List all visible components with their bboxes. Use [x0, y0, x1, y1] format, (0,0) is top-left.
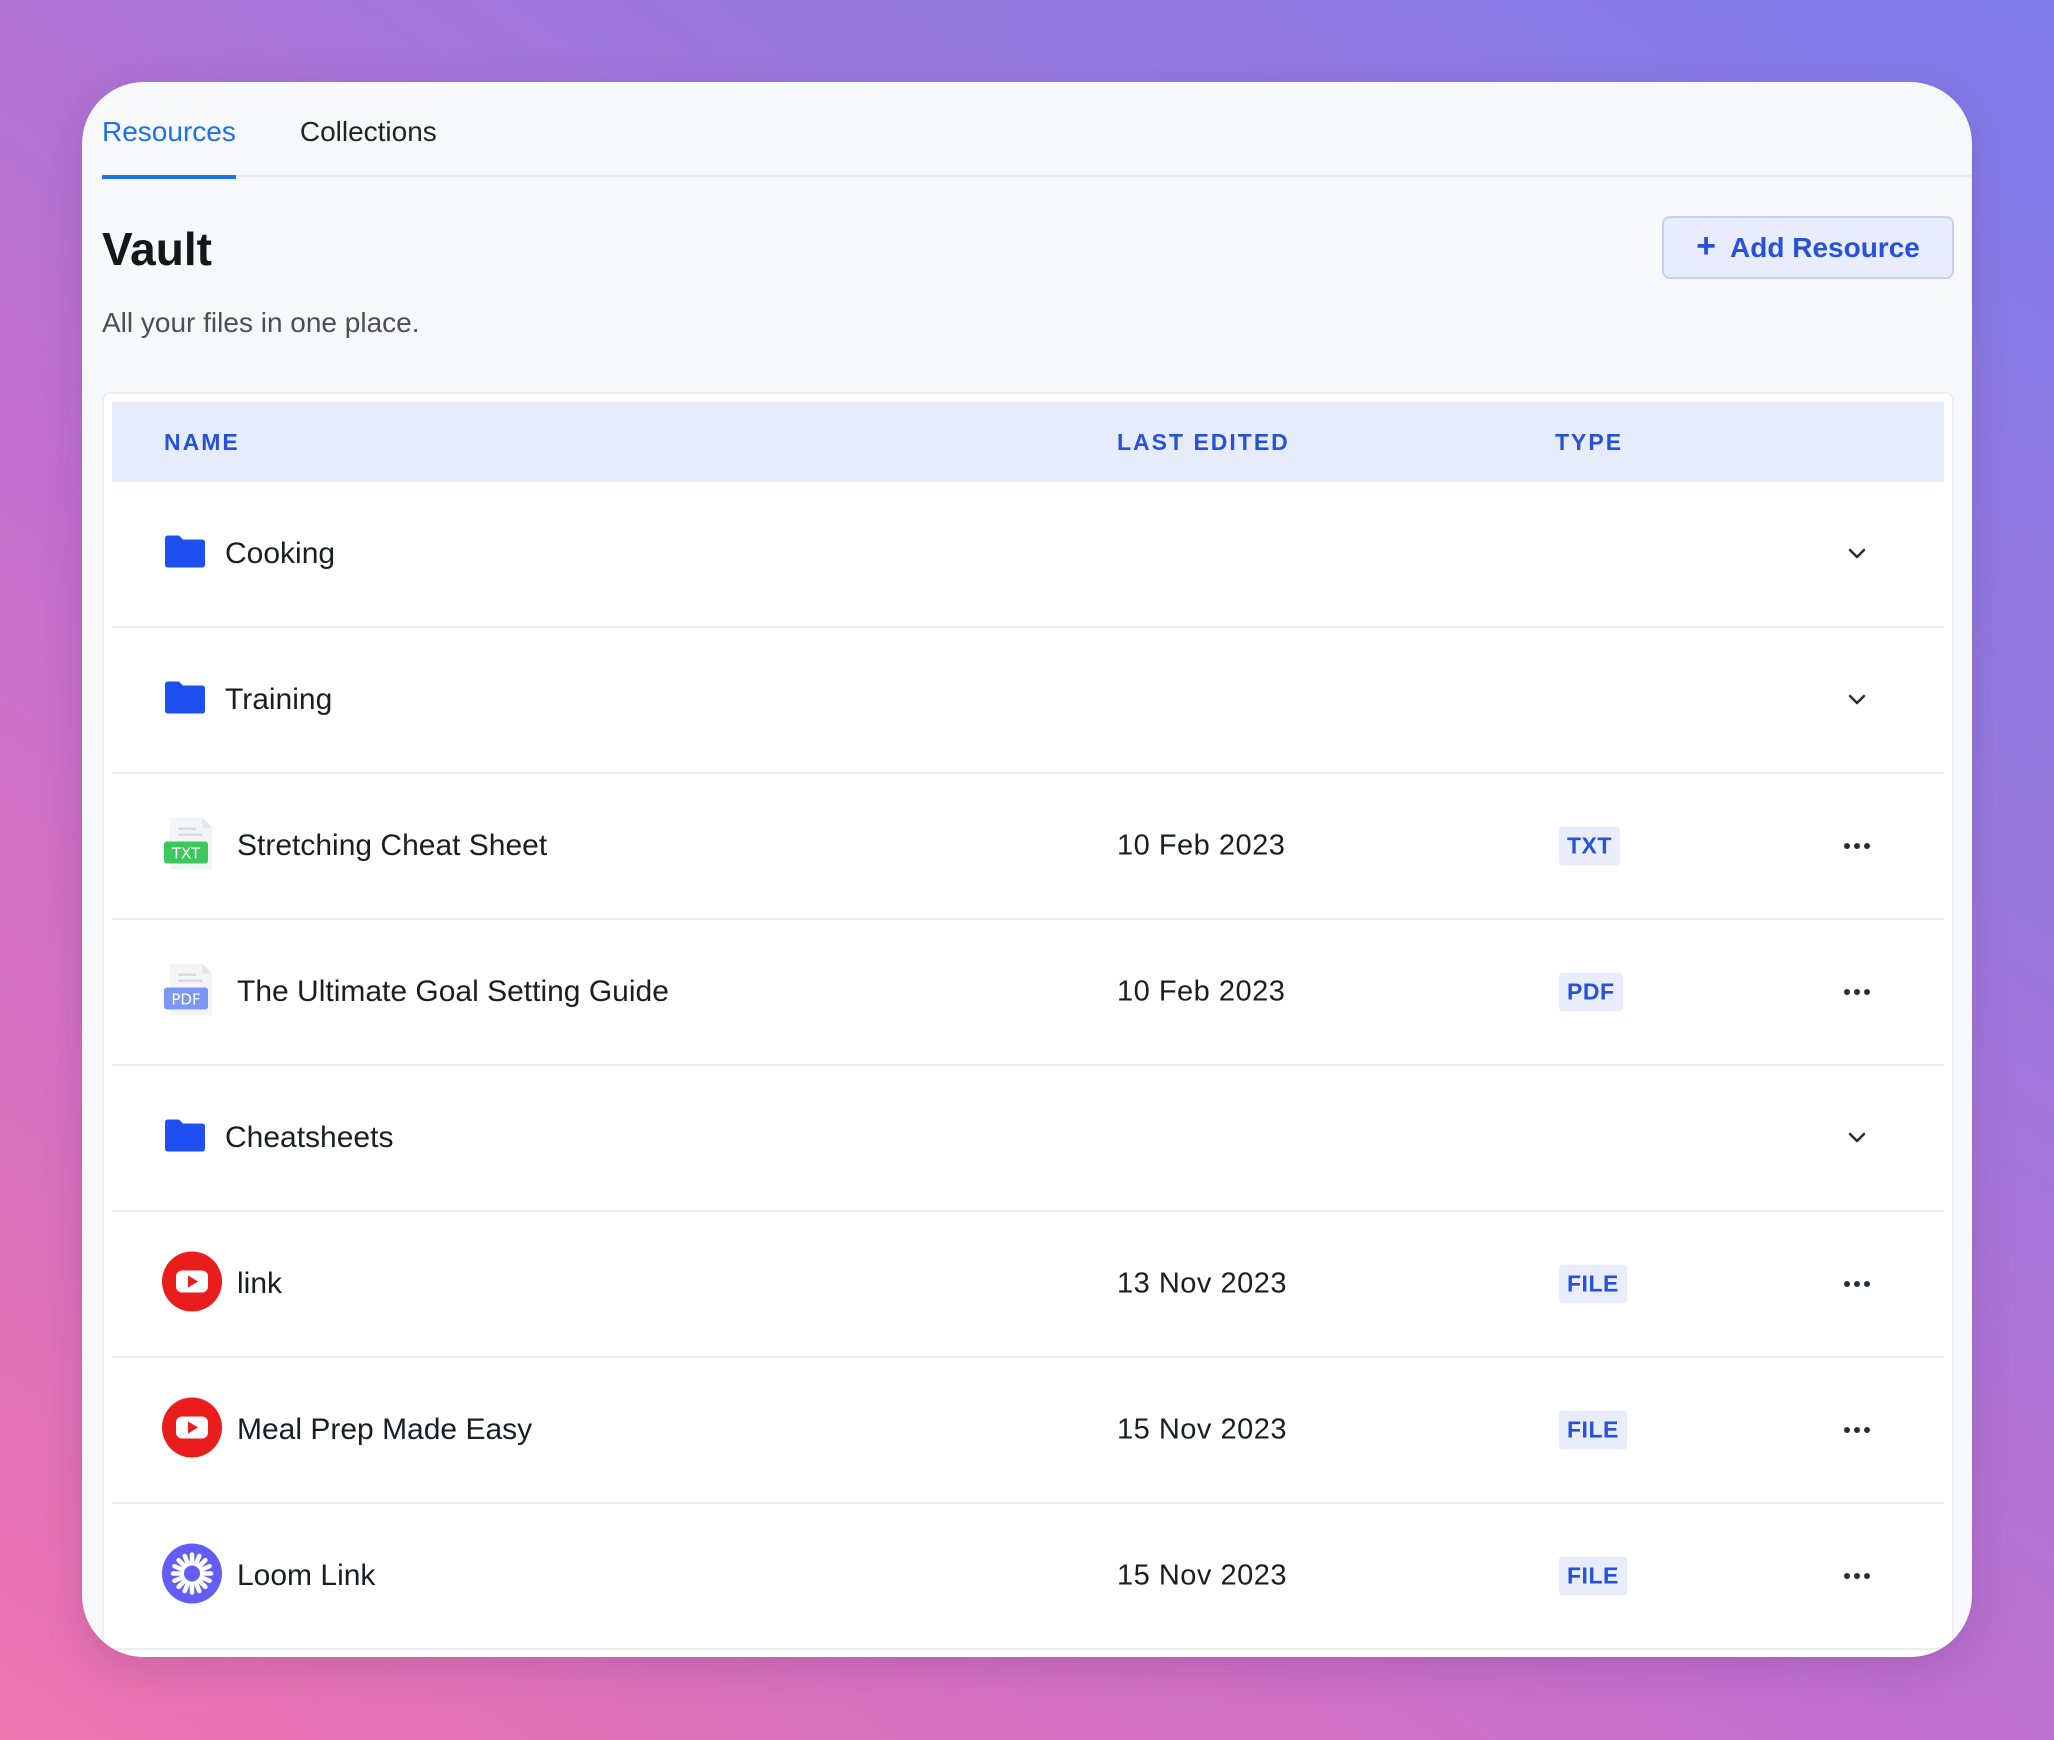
more-options-icon[interactable] [1837, 977, 1877, 1007]
table-header: NAME LAST EDITED TYPE [112, 402, 1944, 482]
loom-icon [162, 1543, 222, 1609]
row-date: 10 Feb 2023 [1117, 975, 1286, 1008]
row-name: Cooking [225, 537, 336, 570]
table-row[interactable]: TXT Stretching Cheat Sheet 10 Feb 2023 T… [112, 774, 1944, 920]
svg-text:TXT: TXT [171, 845, 201, 863]
table-row[interactable]: Loom Link 15 Nov 2023 FILE [112, 1504, 1944, 1650]
table-row[interactable]: Meal Prep Made Easy 15 Nov 2023 FILE [112, 1358, 1944, 1504]
youtube-icon [162, 1397, 222, 1463]
table-row[interactable]: Training [112, 628, 1944, 774]
add-resource-button[interactable]: + Add Resource [1662, 216, 1954, 279]
type-badge: FILE [1559, 1556, 1627, 1596]
row-name: Loom Link [237, 1559, 376, 1592]
row-date: 15 Nov 2023 [1117, 1413, 1287, 1446]
more-options-icon[interactable] [1837, 1415, 1877, 1445]
page-subtitle: All your files in one place. [102, 307, 420, 338]
row-name: Stretching Cheat Sheet [237, 829, 548, 862]
column-header-name[interactable]: NAME [164, 429, 240, 456]
pdf-file-icon: PDF [162, 962, 216, 1023]
column-header-last-edited[interactable]: LAST EDITED [1117, 429, 1290, 456]
tab-bar: Resources Collections [102, 82, 1972, 179]
row-name: Cheatsheets [225, 1121, 394, 1154]
more-options-icon[interactable] [1837, 1561, 1877, 1591]
row-date: 13 Nov 2023 [1117, 1267, 1287, 1300]
row-name: Meal Prep Made Easy [237, 1413, 533, 1446]
row-date: 15 Nov 2023 [1117, 1559, 1287, 1592]
row-date: 10 Feb 2023 [1117, 829, 1286, 862]
tab-resources[interactable]: Resources [102, 82, 236, 179]
add-resource-label: Add Resource [1730, 231, 1920, 263]
more-options-icon[interactable] [1837, 831, 1877, 861]
youtube-icon [162, 1251, 222, 1317]
row-name: Training [225, 683, 333, 716]
chevron-down-icon[interactable] [1837, 685, 1877, 715]
txt-file-icon: TXT [162, 816, 216, 877]
plus-icon: + [1696, 227, 1717, 265]
svg-text:PDF: PDF [171, 991, 200, 1009]
type-badge: FILE [1559, 1264, 1627, 1304]
row-name: link [237, 1267, 283, 1300]
tab-collections[interactable]: Collections [300, 82, 437, 177]
table-row[interactable]: Cooking [112, 482, 1944, 628]
resources-table: NAME LAST EDITED TYPE Cooking Training T… [102, 392, 1954, 1657]
type-badge: FILE [1559, 1410, 1627, 1450]
row-name: The Ultimate Goal Setting Guide [237, 975, 669, 1008]
type-badge: TXT [1559, 826, 1620, 866]
resources-window: Resources Collections Vault All your fil… [82, 82, 1972, 1657]
chevron-down-icon[interactable] [1837, 539, 1877, 569]
chevron-down-icon[interactable] [1837, 1123, 1877, 1153]
type-badge: PDF [1559, 972, 1623, 1012]
table-row[interactable]: PDF The Ultimate Goal Setting Guide 10 F… [112, 920, 1944, 1066]
column-header-type[interactable]: TYPE [1555, 429, 1623, 456]
folder-icon [165, 1119, 205, 1157]
folder-icon [165, 681, 205, 719]
page-title: Vault [102, 223, 212, 275]
table-row[interactable]: link 13 Nov 2023 FILE [112, 1212, 1944, 1358]
table-row[interactable]: Cheatsheets [112, 1066, 1944, 1212]
more-options-icon[interactable] [1837, 1269, 1877, 1299]
folder-icon [165, 535, 205, 573]
